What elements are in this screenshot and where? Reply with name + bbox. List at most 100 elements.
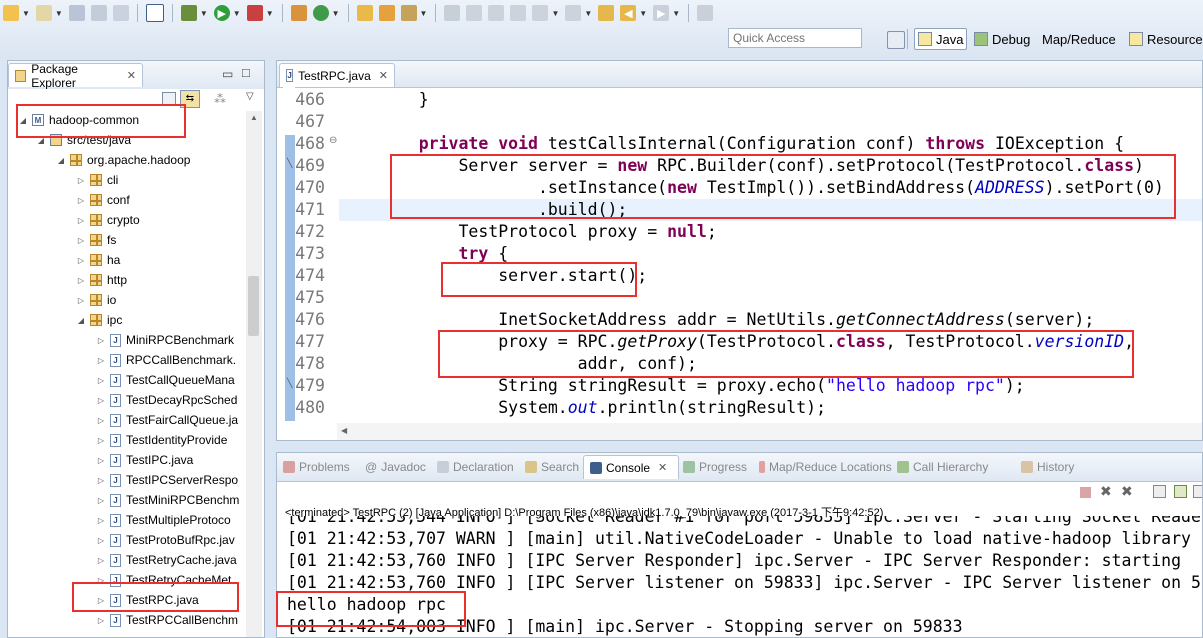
tree-item[interactable]: ▷ J TestFairCallQueue.ja <box>96 410 238 430</box>
tab-call-hierarchy[interactable]: Call Hierarchy <box>897 460 988 474</box>
debug-icon[interactable] <box>180 5 197 21</box>
collapsed-arrow-icon[interactable]: ▷ <box>76 256 86 265</box>
scroll-thumb[interactable] <box>248 276 259 336</box>
dropdown-arrow-icon[interactable]: ▼ <box>584 9 592 18</box>
collapsed-arrow-icon[interactable]: ▷ <box>96 556 106 565</box>
tab-declaration[interactable]: Declaration <box>437 460 514 474</box>
tree-item[interactable]: ▷ ha <box>76 250 120 270</box>
dropdown-arrow-icon[interactable]: ▼ <box>233 9 241 18</box>
collapsed-arrow-icon[interactable]: ▷ <box>76 296 86 305</box>
new-icon[interactable] <box>3 5 19 21</box>
collapsed-arrow-icon[interactable]: ▷ <box>76 176 86 185</box>
dropdown-arrow-icon[interactable]: ▼ <box>200 9 208 18</box>
remove-all-icon[interactable]: ✖ <box>1121 483 1133 500</box>
tab-javadoc[interactable]: @ Javadoc <box>365 460 426 474</box>
pin-editor-icon[interactable] <box>697 5 714 21</box>
open-task-icon[interactable] <box>378 5 395 21</box>
skip-breakpoints-icon[interactable] <box>145 4 164 22</box>
tab-search[interactable]: Search <box>525 460 579 474</box>
block-selection-icon[interactable] <box>532 5 549 21</box>
tab-history[interactable]: History <box>1021 460 1074 474</box>
tree-scrollbar[interactable]: ▲ <box>246 111 262 637</box>
tree-item[interactable]: ▷ J TestIPCServerRespo <box>96 470 238 490</box>
dropdown-arrow-icon[interactable]: ▼ <box>22 9 30 18</box>
tree-item[interactable]: ▷ J TestIdentityProvide <box>96 430 227 450</box>
print-icon[interactable] <box>112 5 129 21</box>
tree-item[interactable]: ▷ J TestIPC.java <box>96 450 193 470</box>
open-perspective-icon[interactable] <box>887 31 905 49</box>
expanded-arrow-icon[interactable]: ◢ <box>56 156 66 165</box>
quick-access-input[interactable] <box>728 28 862 48</box>
tree-item[interactable]: ▷ J RPCCallBenchmark. <box>96 350 236 370</box>
back-icon[interactable]: ◀ <box>620 5 637 21</box>
maximize-icon[interactable]: □ <box>242 65 250 80</box>
dropdown-arrow-icon[interactable]: ▼ <box>639 9 647 18</box>
tree-item[interactable]: ▷ cli <box>76 170 118 190</box>
annotation-icon[interactable] <box>488 5 505 21</box>
tab-console[interactable]: Console ✕ <box>583 455 679 479</box>
new-wizard-icon[interactable] <box>35 5 52 21</box>
new-class-icon[interactable] <box>312 5 329 21</box>
close-icon[interactable]: ✕ <box>658 461 667 474</box>
open-type-icon[interactable] <box>356 5 373 21</box>
tab-mapreduce-locations[interactable]: Map/Reduce Locations <box>759 460 892 474</box>
tree-item[interactable]: ▷ J TestMiniRPCBenchm <box>96 490 239 510</box>
close-icon[interactable]: ✕ <box>379 69 388 82</box>
tree-item[interactable]: ▷ io <box>76 290 116 310</box>
tree-item[interactable]: ▷ conf <box>76 190 130 210</box>
dropdown-arrow-icon[interactable]: ▼ <box>672 9 680 18</box>
close-icon[interactable]: ✕ <box>127 69 136 82</box>
tree-item[interactable]: ▷ J TestProtoBufRpc.jav <box>96 530 235 550</box>
terminate-icon[interactable] <box>1080 487 1091 498</box>
tree-item[interactable]: ▷ crypto <box>76 210 140 230</box>
remove-launch-icon[interactable]: ✖ <box>1100 483 1112 500</box>
dropdown-arrow-icon[interactable]: ▼ <box>266 9 274 18</box>
tab-problems[interactable]: Problems <box>283 460 350 474</box>
tree-item[interactable]: ▷ fs <box>76 230 116 250</box>
perspective-debug[interactable]: Debug <box>974 30 1030 48</box>
collapsed-arrow-icon[interactable]: ▷ <box>96 376 106 385</box>
save-all-icon[interactable] <box>90 5 107 21</box>
tree-item[interactable]: ◢ org.apache.hadoop <box>56 150 191 170</box>
collapsed-arrow-icon[interactable]: ▷ <box>96 396 106 405</box>
collapsed-arrow-icon[interactable]: ▷ <box>96 476 106 485</box>
collapsed-arrow-icon[interactable]: ▷ <box>96 336 106 345</box>
tab-testrpc-java[interactable]: J TestRPC.java ✕ <box>279 63 395 87</box>
dropdown-arrow-icon[interactable]: ▼ <box>332 9 340 18</box>
last-edit-icon[interactable] <box>598 5 615 21</box>
tree-item[interactable]: ◢ ipc <box>76 310 122 330</box>
scroll-up-icon[interactable]: ▲ <box>250 113 258 122</box>
forward-icon[interactable]: ▶ <box>653 5 670 21</box>
new-java-project-icon[interactable] <box>290 5 307 21</box>
show-whitespace-icon[interactable] <box>510 5 527 21</box>
pin-console-icon[interactable] <box>1193 485 1202 498</box>
collapsed-arrow-icon[interactable]: ▷ <box>96 536 106 545</box>
collapsed-arrow-icon[interactable]: ▷ <box>96 456 106 465</box>
search-tool-icon[interactable] <box>400 5 417 21</box>
collapsed-arrow-icon[interactable]: ▷ <box>96 616 106 625</box>
tab-package-explorer[interactable]: Package Explorer ✕ <box>8 62 143 90</box>
edit-icon[interactable] <box>466 5 483 21</box>
clear-console-icon[interactable] <box>1153 485 1166 498</box>
tree-item[interactable]: ▷ http <box>76 270 127 290</box>
collapsed-arrow-icon[interactable]: ▷ <box>96 356 106 365</box>
expanded-arrow-icon[interactable]: ◢ <box>76 316 86 325</box>
editor-hscrollbar[interactable]: ◀ <box>337 423 1202 440</box>
collapsed-arrow-icon[interactable]: ▷ <box>96 436 106 445</box>
scroll-lock-icon[interactable] <box>1174 485 1187 498</box>
collapsed-arrow-icon[interactable]: ▷ <box>96 416 106 425</box>
perspective-java[interactable]: Java <box>914 28 968 50</box>
dropdown-arrow-icon[interactable]: ▼ <box>551 9 559 18</box>
minimize-icon[interactable]: ▭ <box>222 67 233 81</box>
tab-progress[interactable]: Progress <box>683 460 747 474</box>
toggle-mark-icon[interactable] <box>444 5 461 21</box>
save-icon[interactable] <box>68 5 85 21</box>
run-icon[interactable]: ▶ <box>213 5 230 21</box>
dropdown-arrow-icon[interactable]: ▼ <box>55 9 63 18</box>
collapsed-arrow-icon[interactable]: ▷ <box>96 496 106 505</box>
run-external-tool-icon[interactable] <box>246 5 263 21</box>
tree-item[interactable]: ▷ J TestMultipleProtoco <box>96 510 231 530</box>
dropdown-arrow-icon[interactable]: ▼ <box>420 9 428 18</box>
tree-item[interactable]: ▷ J TestRPCCallBenchm <box>96 610 238 630</box>
perspective-mapreduce[interactable]: Map/Reduce <box>1042 30 1116 48</box>
